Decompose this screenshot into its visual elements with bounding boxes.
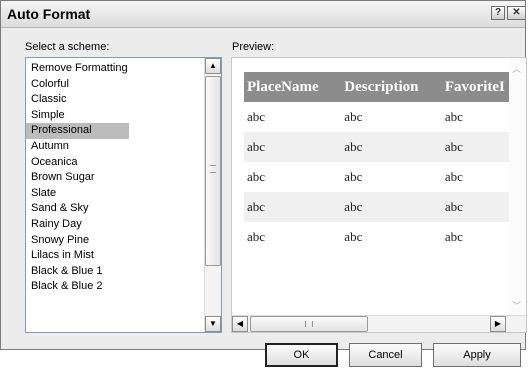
list-item[interactable]: Professional <box>26 123 129 139</box>
down-arrow-icon[interactable]: ﹀ <box>512 299 521 312</box>
list-item[interactable]: Black & Blue 2 <box>26 279 204 295</box>
list-item[interactable]: Oceanica <box>26 155 204 171</box>
horizontal-scroll-thumb[interactable] <box>250 316 368 332</box>
list-item[interactable]: Sand & Sky <box>26 201 204 217</box>
preview-table: PlaceName Description FavoriteI abc abc … <box>244 72 524 252</box>
preview-column-header: Description <box>341 72 442 102</box>
list-item[interactable]: Colorful <box>26 77 204 93</box>
preview-cell: abc <box>344 109 363 124</box>
preview-cell: abc <box>341 192 442 222</box>
preview-pane: PlaceName Description FavoriteI abc abc … <box>231 57 527 333</box>
apply-button[interactable]: Apply <box>433 343 521 367</box>
preview-column-header: PlaceName <box>244 72 342 102</box>
preview-row: abc abc abc <box>244 222 524 252</box>
scheme-listbox[interactable]: Remove Formatting Colorful Classic Simple Pr… <box>25 57 222 333</box>
up-arrow-icon[interactable]: ︿ <box>512 62 521 75</box>
select-scheme-label: Select a scheme: <box>25 41 110 53</box>
scheme-vertical-scrollbar[interactable]: ▲ ▼ <box>204 58 221 332</box>
preview-cell: abc <box>247 109 266 124</box>
close-button[interactable]: ✕ <box>507 6 525 20</box>
list-item[interactable]: Classic <box>26 92 204 108</box>
up-arrow-icon[interactable]: ▲ <box>205 58 221 74</box>
preview-cell: abc <box>341 132 442 162</box>
list-item[interactable]: Remove Formatting <box>26 61 204 77</box>
preview-row: abc abc abc <box>244 102 524 132</box>
help-button[interactable]: ? <box>491 6 505 20</box>
grip-icon <box>305 321 313 327</box>
preview-cell: abc <box>247 169 266 184</box>
scheme-items: Remove Formatting Colorful Classic Simple Pr… <box>26 61 204 295</box>
preview-cell: abc <box>244 192 342 222</box>
preview-row: abc abc abc <box>244 192 524 222</box>
preview-vertical-scrollbar[interactable]: ︿ ﹀ <box>509 58 526 316</box>
preview-cell: abc <box>344 229 363 244</box>
list-item[interactable]: Slate <box>26 186 204 202</box>
list-item[interactable]: Black & Blue 1 <box>26 264 204 280</box>
down-arrow-icon[interactable]: ▼ <box>205 316 221 332</box>
preview-header-row: PlaceName Description FavoriteI <box>244 72 524 102</box>
preview-cell: abc <box>344 169 363 184</box>
dialog-title: Auto Format <box>7 6 91 22</box>
list-item[interactable]: Brown Sugar <box>26 170 204 186</box>
right-arrow-icon[interactable]: ▶ <box>490 316 506 332</box>
preview-label: Preview: <box>232 41 275 53</box>
list-item[interactable]: Simple <box>26 108 204 124</box>
grip-icon <box>210 165 216 173</box>
list-item[interactable]: Rainy Day <box>26 217 204 233</box>
title-bar[interactable]: Auto Format ? ✕ <box>1 1 525 28</box>
cancel-button[interactable]: Cancel <box>349 343 422 367</box>
left-arrow-icon[interactable]: ◀ <box>232 316 248 332</box>
list-item[interactable]: Autumn <box>26 139 204 155</box>
preview-cell: abc <box>247 229 266 244</box>
scrollbar-thumb[interactable] <box>205 76 221 266</box>
preview-row: abc abc abc <box>244 162 524 192</box>
list-item[interactable]: Snowy Pine <box>26 233 204 249</box>
auto-format-dialog: Auto Format ? ✕ Select a scheme: Preview… <box>0 0 527 367</box>
preview-horizontal-scrollbar[interactable]: ◀ ▶ <box>232 315 526 332</box>
preview-row: abc abc abc <box>244 132 524 162</box>
ok-button[interactable]: OK <box>265 343 338 367</box>
list-item[interactable]: Lilacs in Mist <box>26 248 204 264</box>
preview-cell: abc <box>244 132 342 162</box>
